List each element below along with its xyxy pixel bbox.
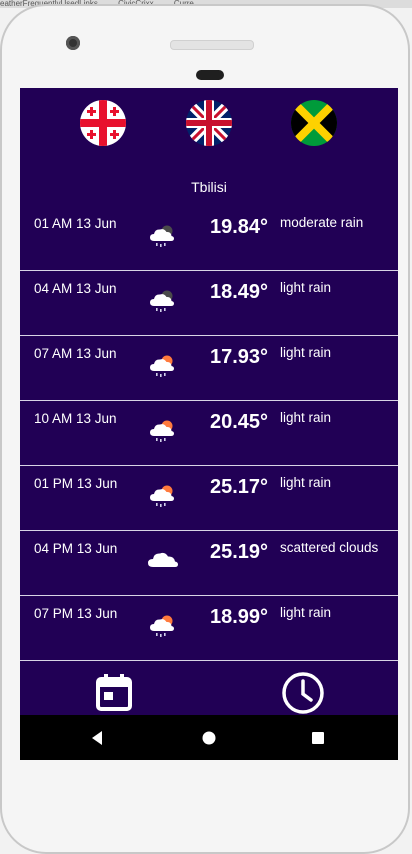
- language-selector: [20, 100, 398, 148]
- night-rain-icon: [148, 220, 178, 247]
- forecast-row: 01 AM 13 Jun 19.84° moderate rain: [20, 206, 398, 271]
- bottom-tab-bar: [20, 669, 398, 715]
- city-name: Tbilisi: [191, 179, 227, 195]
- uk-flag-icon[interactable]: [186, 100, 232, 146]
- day-rain-icon: [148, 350, 178, 377]
- forecast-temperature: 19.84°: [209, 216, 268, 238]
- forecast-row: 04 AM 13 Jun 18.49° light rain: [20, 271, 398, 336]
- day-rain-icon: [148, 480, 178, 507]
- forecast-description: light rain: [280, 345, 332, 360]
- forecast-temperature: 25.19°: [209, 541, 268, 563]
- earpiece-speaker: [170, 40, 254, 50]
- jamaica-flag-icon[interactable]: [291, 100, 337, 146]
- proximity-sensor: [196, 70, 224, 80]
- forecast-description: light rain: [280, 605, 332, 620]
- forecast-row: 01 PM 13 Jun 25.17° light rain: [20, 466, 398, 531]
- forecast-temperature: 17.93°: [209, 346, 268, 368]
- forecast-temperature: 18.99°: [209, 606, 268, 628]
- day-rain-icon: [148, 415, 178, 442]
- forecast-description: scattered clouds: [280, 540, 379, 555]
- forecast-time: 07 PM 13 Jun: [34, 606, 118, 621]
- forecast-temperature: 25.17°: [209, 476, 268, 498]
- android-nav-bar: [20, 715, 398, 760]
- night-rain-icon: [148, 285, 178, 312]
- georgia-flag-icon[interactable]: [80, 100, 126, 146]
- forecast-list: 01 AM 13 Jun 19.84° moderate rain 04 AM …: [20, 206, 398, 661]
- forecast-time: 04 AM 13 Jun: [34, 281, 117, 296]
- forecast-temperature: 18.49°: [209, 281, 268, 303]
- app-screen: Tbilisi 01 AM 13 Jun 19.84° moderate rai…: [20, 88, 398, 760]
- forecast-time: 01 PM 13 Jun: [34, 476, 118, 491]
- forecast-row: 07 AM 13 Jun 17.93° light rain: [20, 336, 398, 401]
- forecast-row: 04 PM 13 Jun 25.19° scattered clouds: [20, 531, 398, 596]
- recents-icon[interactable]: [307, 727, 329, 749]
- forecast-description: moderate rain: [280, 215, 364, 230]
- forecast-row: 10 AM 13 Jun 20.45° light rain: [20, 401, 398, 466]
- forecast-description: light rain: [280, 410, 332, 425]
- forecast-description: light rain: [280, 280, 332, 295]
- clock-icon[interactable]: [281, 671, 325, 715]
- forecast-description: light rain: [280, 475, 332, 490]
- forecast-temperature: 20.45°: [209, 411, 268, 433]
- forecast-time: 01 AM 13 Jun: [34, 216, 117, 231]
- front-camera: [66, 36, 80, 50]
- cloud-icon: [148, 545, 178, 571]
- calendar-icon[interactable]: [93, 671, 137, 715]
- forecast-time: 04 PM 13 Jun: [34, 541, 118, 556]
- forecast-row: 07 PM 13 Jun 18.99° light rain: [20, 596, 398, 661]
- forecast-time: 07 AM 13 Jun: [34, 346, 117, 361]
- day-rain-icon: [148, 610, 178, 637]
- home-icon[interactable]: [198, 727, 220, 749]
- forecast-time: 10 AM 13 Jun: [34, 411, 117, 426]
- back-icon[interactable]: [87, 727, 109, 749]
